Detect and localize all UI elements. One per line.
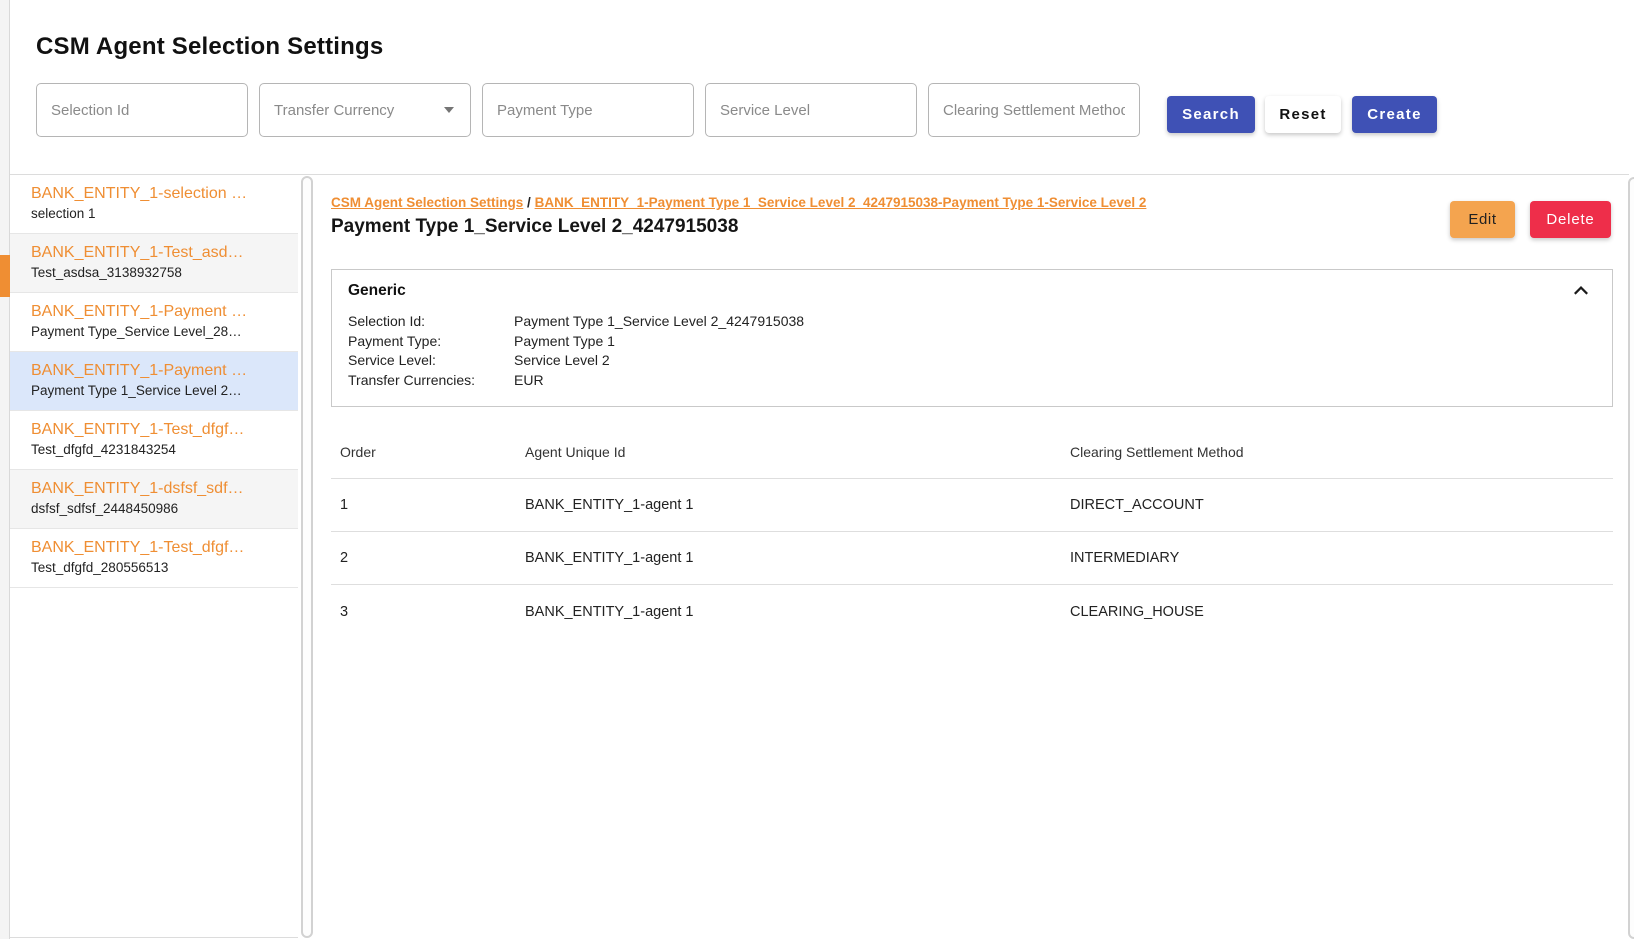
table-header-row: Order Agent Unique Id Clearing Settlemen… (331, 426, 1613, 479)
reset-button[interactable]: Reset (1265, 96, 1341, 133)
list-item-title: BANK_ENTITY_1-Test_dfgf… (31, 419, 288, 440)
agents-table: Order Agent Unique Id Clearing Settlemen… (331, 426, 1613, 638)
sidebar-item-test-asdsa[interactable]: BANK_ENTITY_1-Test_asd… Test_asdsa_31389… (10, 234, 298, 293)
table-row: 2 BANK_ENTITY_1-agent 1 INTERMEDIARY (331, 532, 1613, 585)
search-button[interactable]: Search (1167, 96, 1255, 133)
sidebar-item-selection-1[interactable]: BANK_ENTITY_1-selection … selection 1 (10, 175, 298, 234)
list-item-title: BANK_ENTITY_1-Payment … (31, 301, 288, 322)
generic-panel-heading: Generic (348, 282, 406, 300)
column-header-agent-unique-id: Agent Unique Id (516, 444, 1061, 460)
cell-agent-unique-id: BANK_ENTITY_1-agent 1 (516, 604, 1061, 620)
cell-clearing-settlement-method: DIRECT_ACCOUNT (1061, 497, 1613, 513)
list-item-subtitle: Payment Type 1_Service Level 2… (31, 381, 288, 400)
clearing-settlement-method-input[interactable] (928, 83, 1140, 137)
cell-clearing-settlement-method: INTERMEDIARY (1061, 550, 1613, 566)
left-edge-accent (0, 255, 10, 297)
cell-order: 3 (331, 604, 516, 620)
table-row: 1 BANK_ENTITY_1-agent 1 DIRECT_ACCOUNT (331, 479, 1613, 532)
breadcrumb: CSM Agent Selection Settings / BANK_ENTI… (331, 195, 1146, 210)
field-row: Selection Id:Payment Type 1_Service Leve… (348, 312, 804, 332)
payment-type-input[interactable] (482, 83, 694, 137)
field-label: Service Level: (348, 351, 514, 371)
list-item-title: BANK_ENTITY_1-selection … (31, 183, 288, 204)
field-value: Payment Type 1_Service Level 2_424791503… (514, 313, 804, 329)
chevron-down-icon (444, 107, 454, 113)
cell-order: 2 (331, 550, 516, 566)
list-item-subtitle: dsfsf_sdfsf_2448450986 (31, 499, 288, 518)
breadcrumb-separator: / (527, 195, 531, 210)
sidebar-item-test-dfgfd-4231843254[interactable]: BANK_ENTITY_1-Test_dfgf… Test_dfgfd_4231… (10, 411, 298, 470)
list-item-subtitle: Test_asdsa_3138932758 (31, 263, 288, 282)
field-value: Service Level 2 (514, 352, 610, 368)
list-item-subtitle: Test_dfgfd_4231843254 (31, 440, 288, 459)
delete-button[interactable]: Delete (1530, 201, 1611, 238)
field-label: Selection Id: (348, 312, 514, 332)
sidebar-item-payment-type-1-service-level-2[interactable]: BANK_ENTITY_1-Payment … Payment Type 1_S… (10, 352, 298, 411)
field-row: Service Level:Service Level 2 (348, 351, 804, 371)
sidebar-item-test-dfgfd-280556513[interactable]: BANK_ENTITY_1-Test_dfgf… Test_dfgfd_2805… (10, 529, 298, 588)
cell-clearing-settlement-method: CLEARING_HOUSE (1061, 604, 1613, 620)
field-label: Transfer Currencies: (348, 371, 514, 391)
cell-agent-unique-id: BANK_ENTITY_1-agent 1 (516, 550, 1061, 566)
page-title: CSM Agent Selection Settings (36, 33, 383, 61)
generic-fields: Selection Id:Payment Type 1_Service Leve… (348, 312, 804, 390)
selection-id-input[interactable] (36, 83, 248, 137)
column-header-clearing-settlement-method: Clearing Settlement Method (1061, 444, 1613, 460)
list-item-subtitle: selection 1 (31, 204, 288, 223)
field-value: Payment Type 1 (514, 333, 615, 349)
window-left-gutter (0, 0, 10, 939)
breadcrumb-current-link[interactable]: BANK_ENTITY_1-Payment Type 1_Service Lev… (535, 195, 1147, 210)
field-label: Payment Type: (348, 332, 514, 352)
transfer-currency-placeholder: Transfer Currency (274, 102, 394, 119)
sidebar-item-dsfsf-sdfsf[interactable]: BANK_ENTITY_1-dsfsf_sdf… dsfsf_sdfsf_244… (10, 470, 298, 529)
detail-title: Payment Type 1_Service Level 2_424791503… (331, 216, 738, 238)
field-value: EUR (514, 372, 544, 388)
sidebar-item-payment-type-service-level[interactable]: BANK_ENTITY_1-Payment … Payment Type_Ser… (10, 293, 298, 352)
list-item-title: BANK_ENTITY_1-dsfsf_sdf… (31, 478, 288, 499)
main-scrollbar-thumb[interactable] (1628, 177, 1634, 939)
edit-button[interactable]: Edit (1450, 201, 1515, 238)
breadcrumb-root-link[interactable]: CSM Agent Selection Settings (331, 195, 523, 210)
list-item-title: BANK_ENTITY_1-Payment … (31, 360, 288, 381)
generic-panel: Generic Selection Id:Payment Type 1_Serv… (331, 269, 1613, 407)
list-item-title: BANK_ENTITY_1-Test_dfgf… (31, 537, 288, 558)
transfer-currency-select[interactable]: Transfer Currency (259, 83, 471, 137)
list-item-title: BANK_ENTITY_1-Test_asd… (31, 242, 288, 263)
field-row: Transfer Currencies:EUR (348, 371, 804, 391)
create-button[interactable]: Create (1352, 96, 1437, 133)
table-row: 3 BANK_ENTITY_1-agent 1 CLEARING_HOUSE (331, 585, 1613, 638)
cell-agent-unique-id: BANK_ENTITY_1-agent 1 (516, 497, 1061, 513)
list-item-subtitle: Test_dfgfd_280556513 (31, 558, 288, 577)
service-level-input[interactable] (705, 83, 917, 137)
field-row: Payment Type:Payment Type 1 (348, 332, 804, 352)
selection-list-sidebar: BANK_ENTITY_1-selection … selection 1 BA… (10, 175, 298, 938)
cell-order: 1 (331, 497, 516, 513)
sidebar-scrollbar-thumb[interactable] (301, 176, 313, 938)
chevron-up-icon[interactable] (1572, 282, 1590, 300)
column-header-order: Order (331, 444, 516, 460)
list-item-subtitle: Payment Type_Service Level_28… (31, 322, 288, 341)
